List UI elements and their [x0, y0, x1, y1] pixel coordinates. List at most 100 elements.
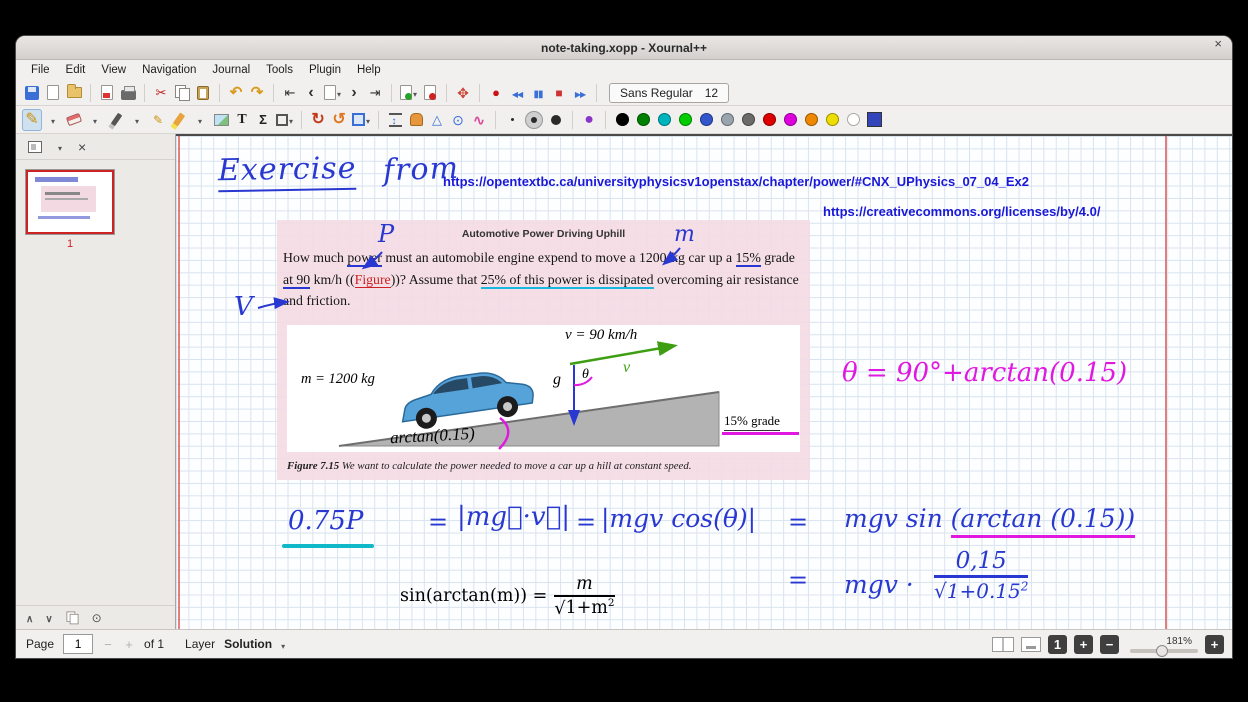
zoom-original-button[interactable]: 1 — [1048, 635, 1067, 654]
select-region-button[interactable] — [350, 109, 372, 131]
sidebar-close-icon[interactable] — [78, 140, 86, 154]
page-number-input[interactable] — [63, 634, 93, 654]
color-swatch-blue[interactable] — [696, 109, 716, 131]
stop-button[interactable] — [549, 82, 569, 104]
fullscreen-button[interactable] — [453, 82, 473, 104]
hyperlink-creativecommons[interactable]: https://creativecommons.org/licenses/by/… — [823, 204, 1100, 219]
color-swatch-white[interactable] — [843, 109, 863, 131]
marker-options-dropdown[interactable] — [127, 109, 147, 131]
titlebar[interactable]: note-taking.xopp - Xournal++ — [16, 36, 1232, 60]
menu-navigation[interactable]: Navigation — [135, 62, 203, 78]
highlighter-tool-button[interactable] — [169, 109, 189, 131]
menu-view[interactable]: View — [94, 62, 133, 78]
color-swatch-dark-gray[interactable] — [738, 109, 758, 131]
color-swatch-teal[interactable] — [654, 109, 674, 131]
color-swatch-magenta[interactable] — [780, 109, 800, 131]
hand-tool-button[interactable] — [406, 109, 426, 131]
new-document-button[interactable] — [43, 82, 63, 104]
color-swatch-orange[interactable] — [801, 109, 821, 131]
rotation-snap-button[interactable] — [329, 109, 349, 131]
menu-file[interactable]: File — [24, 62, 57, 78]
current-color-indicator[interactable] — [864, 109, 884, 131]
zoom-out-button[interactable] — [1100, 635, 1119, 654]
color-swatch-light-green[interactable] — [675, 109, 695, 131]
size-medium-button[interactable] — [523, 109, 545, 131]
first-page-button[interactable] — [280, 82, 300, 104]
last-page-button[interactable] — [365, 82, 385, 104]
page-decrement-button[interactable] — [102, 638, 114, 651]
size-fine-button[interactable] — [502, 109, 522, 131]
page-increment-button[interactable] — [123, 638, 135, 651]
eraser-options-dropdown[interactable] — [85, 109, 105, 131]
open-button[interactable] — [64, 82, 84, 104]
copy-button[interactable] — [172, 82, 192, 104]
marker-tool-button[interactable] — [106, 109, 126, 131]
formula-numerator: m — [576, 574, 593, 594]
highlighter-options-dropdown[interactable] — [190, 109, 210, 131]
shape-tool-button[interactable] — [274, 109, 295, 131]
pen-fine-button[interactable] — [148, 109, 168, 131]
pen-options-dropdown[interactable] — [43, 109, 63, 131]
figure-link[interactable]: Figure — [355, 272, 391, 288]
vertical-space-button[interactable] — [385, 109, 405, 131]
size-thick-button[interactable] — [546, 109, 566, 131]
fill-button[interactable] — [579, 109, 599, 131]
sqrt-sign: √ — [934, 579, 947, 603]
next-page-button[interactable] — [344, 82, 364, 104]
color-swatch-red[interactable] — [759, 109, 779, 131]
export-pdf-button[interactable] — [97, 82, 117, 104]
insert-image-button[interactable] — [211, 109, 231, 131]
layer-dropdown-chevron-icon[interactable] — [281, 638, 285, 651]
pen-tool-button[interactable] — [22, 109, 42, 131]
page-thumbnail[interactable] — [26, 170, 114, 234]
zoom-slider-knob[interactable] — [1156, 645, 1168, 657]
math-tex-button[interactable] — [253, 109, 273, 131]
color-swatch-yellow[interactable] — [822, 109, 842, 131]
focus-page-icon[interactable] — [92, 611, 102, 624]
undo-button[interactable] — [226, 82, 246, 104]
menu-edit[interactable]: Edit — [59, 62, 93, 78]
forward-button[interactable] — [570, 82, 590, 104]
spline-button[interactable] — [469, 109, 489, 131]
menu-plugin[interactable]: Plugin — [302, 62, 348, 78]
delete-page-button[interactable] — [420, 82, 440, 104]
cut-button[interactable] — [151, 82, 171, 104]
presentation-mode-button[interactable] — [1021, 637, 1041, 652]
redo-button[interactable] — [247, 82, 267, 104]
menu-help[interactable]: Help — [350, 62, 388, 78]
text-tool-button[interactable] — [232, 109, 252, 131]
radicand: 1+0.152 — [947, 576, 1029, 603]
next-thumbnail-button[interactable] — [45, 611, 52, 625]
add-page-button[interactable] — [398, 82, 419, 104]
previous-thumbnail-button[interactable] — [26, 611, 33, 625]
print-button[interactable] — [118, 82, 138, 104]
previous-page-button[interactable] — [301, 82, 321, 104]
save-button[interactable] — [22, 82, 42, 104]
color-swatch-green[interactable] — [633, 109, 653, 131]
font-selector-button[interactable]: Sans Regular 12 — [609, 83, 729, 103]
zoom-in-button[interactable] — [1074, 635, 1093, 654]
pause-button[interactable] — [528, 82, 548, 104]
paste-button[interactable] — [193, 82, 213, 104]
statusbar-plus-button[interactable] — [1205, 635, 1224, 654]
compass-button[interactable] — [448, 109, 468, 131]
shape-recognizer-button[interactable] — [308, 109, 328, 131]
menu-journal[interactable]: Journal — [205, 62, 257, 78]
menu-tools[interactable]: Tools — [259, 62, 300, 78]
hyperlink-opentextbc[interactable]: https://opentextbc.ca/universityphysicsv… — [443, 174, 1029, 189]
dual-page-view-button[interactable] — [992, 637, 1014, 652]
sidebar-dropdown-chevron-icon[interactable] — [58, 140, 62, 153]
rewind-button[interactable] — [507, 82, 527, 104]
color-swatch-black[interactable] — [612, 109, 632, 131]
document-canvas[interactable]: Exercise from https://opentextbc.ca/univ… — [176, 134, 1232, 629]
window-close-button[interactable] — [1214, 37, 1222, 50]
page-panel-icon[interactable] — [28, 141, 42, 153]
color-swatch-gray[interactable] — [717, 109, 737, 131]
zoom-slider[interactable] — [1130, 649, 1198, 653]
record-button[interactable] — [486, 82, 506, 104]
page-preview-button[interactable] — [322, 82, 343, 104]
layer-select-value[interactable]: Solution — [224, 637, 272, 651]
duplicate-page-icon[interactable] — [66, 612, 78, 624]
eraser-tool-button[interactable] — [64, 109, 84, 131]
setsquare-button[interactable] — [427, 109, 447, 131]
